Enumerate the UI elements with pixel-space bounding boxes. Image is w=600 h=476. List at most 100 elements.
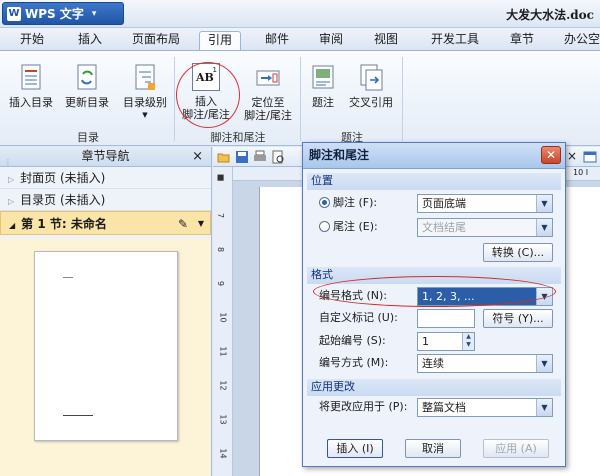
endnote-location-select[interactable]: 文档结尾 ▼: [417, 218, 553, 237]
footnote-location-select[interactable]: 页面底端 ▼: [417, 194, 553, 213]
section-apply: 应用更改: [307, 379, 561, 396]
apply-button[interactable]: 应用 (A): [483, 439, 549, 458]
group-separator: [300, 57, 301, 141]
convert-button[interactable]: 转换 (C)...: [483, 243, 553, 262]
stepper-value: 1: [422, 335, 429, 348]
nav-item-label: 目录页 (未插入): [20, 193, 106, 207]
tab-references[interactable]: 引用: [199, 31, 241, 50]
footnote-label: 脚注 (F):: [333, 196, 378, 209]
chevron-down-icon: ▾: [91, 8, 97, 19]
endnote-radio[interactable]: 尾注 (E):: [319, 219, 378, 235]
symbol-button[interactable]: 符号 (Y)...: [483, 309, 553, 328]
nav-item-toc[interactable]: ▷ 目录页 (未插入): [0, 189, 211, 211]
chevron-down-icon: ◢: [9, 221, 16, 230]
cross-reference-label: 交叉引用: [349, 96, 393, 109]
insert-toc-button[interactable]: 插入目录: [6, 63, 56, 109]
refresh-icon: [77, 64, 97, 90]
thumbnail-line: [63, 277, 73, 278]
group-label-toc: 目录: [77, 131, 99, 144]
chevron-down-icon: ▼: [536, 219, 552, 236]
insert-button[interactable]: 插入 (I): [327, 439, 383, 458]
close-icon[interactable]: ×: [192, 147, 203, 166]
ribbon-tabs: 开始 插入 页面布局 引用 邮件 审阅 视图 开发工具 章节 办公空: [0, 28, 600, 50]
start-at-label: 起始编号 (S):: [319, 334, 386, 347]
open-folder-icon[interactable]: [217, 150, 231, 164]
tab-page-layout[interactable]: 页面布局: [126, 31, 186, 50]
caption-icon: [312, 65, 334, 89]
radio-unchecked-icon: [319, 221, 330, 232]
goto-footnote-label-2: 脚注/尾注: [244, 109, 292, 122]
save-icon[interactable]: [235, 150, 249, 164]
annotation-ellipse: [313, 276, 556, 307]
update-toc-label: 更新目录: [65, 96, 109, 109]
start-at-stepper[interactable]: 1 ▲ ▼: [417, 332, 475, 351]
print-preview-icon[interactable]: [271, 150, 285, 164]
tab-mailings[interactable]: 邮件: [259, 31, 295, 50]
pencil-icon[interactable]: ✎: [178, 212, 188, 236]
app-name: WPS 文字: [25, 7, 84, 21]
select-value: 文档结尾: [422, 221, 466, 234]
toc-icon: [21, 64, 41, 90]
ruler-tick-label: 9: [216, 280, 226, 287]
ruler-tick-label: 12: [218, 380, 228, 391]
select-value: 页面底端: [422, 197, 466, 210]
goto-footnote-label-1: 定位至: [251, 96, 285, 109]
caption-label: 题注: [312, 96, 334, 109]
tab-sections[interactable]: 章节: [504, 31, 540, 50]
custom-mark-label: 自定义标记 (U):: [319, 311, 398, 324]
footnote-radio[interactable]: 脚注 (F):: [319, 195, 377, 211]
cross-reference-icon: [360, 64, 383, 91]
dialog-close-button[interactable]: ✕: [541, 146, 561, 164]
numbering-select[interactable]: 连续 ▼: [417, 354, 553, 373]
caption-button[interactable]: 题注: [304, 63, 342, 109]
numbering-label: 编号方式 (M):: [319, 356, 389, 369]
app-menu-button[interactable]: W WPS 文字 ▾: [2, 2, 124, 25]
chevron-right-icon: ▷: [8, 197, 15, 206]
endnote-label: 尾注 (E):: [333, 220, 378, 233]
dialog-title-bar[interactable]: 脚注和尾注 ✕: [303, 143, 565, 169]
toc-level-label: 目录级别: [123, 96, 167, 109]
nav-panel-title: 章节导航: [81, 149, 130, 163]
chevron-right-icon: ▷: [8, 175, 15, 184]
nav-section-1[interactable]: ◢ 第 1 节: 未命名 ✎ ▼: [0, 211, 211, 235]
ruler-tick-label: 13: [218, 414, 228, 425]
ruler-corner: ■: [216, 173, 226, 182]
custom-mark-input[interactable]: [417, 309, 475, 328]
chevron-down-icon: ▼: [536, 399, 552, 416]
nav-item-cover[interactable]: ▷ 封面页 (未插入): [0, 167, 211, 189]
goto-footnote-button[interactable]: 定位至 脚注/尾注: [240, 63, 296, 122]
goto-footnote-icon: [256, 70, 280, 86]
page-thumbnail-area: [0, 239, 211, 476]
tab-insert[interactable]: 插入: [72, 31, 108, 50]
page-thumbnail[interactable]: [34, 251, 178, 441]
ruler-tick-label: 10: [218, 312, 228, 323]
cancel-button[interactable]: 取消: [405, 439, 461, 458]
apply-to-select[interactable]: 整篇文档 ▼: [417, 398, 553, 417]
cross-reference-button[interactable]: 交叉引用: [344, 63, 398, 109]
window-icon[interactable]: [583, 150, 597, 164]
radio-checked-icon: [319, 197, 330, 208]
group-separator: [402, 57, 403, 141]
chevron-down-icon: ▼: [536, 355, 552, 372]
ruler-tick-label: 10 I: [573, 168, 589, 177]
toc-level-button[interactable]: 目录级别 ▼: [118, 63, 172, 122]
tab-developer[interactable]: 开发工具: [425, 31, 485, 50]
tab-review[interactable]: 审阅: [313, 31, 349, 50]
tab-home[interactable]: 开始: [14, 31, 50, 50]
chevron-down-icon[interactable]: ▼: [198, 212, 204, 236]
print-icon[interactable]: [253, 150, 267, 164]
document-title: 大发大水法.doc: [506, 8, 594, 22]
update-toc-button[interactable]: 更新目录: [62, 63, 112, 109]
stepper-arrows-icon[interactable]: ▲ ▼: [462, 333, 474, 350]
ribbon: 插入目录 更新目录 目录级别 ▼ 目录 AB 1 插入 脚注/尾注 定位至 脚注…: [0, 50, 600, 146]
section-position: 位置: [307, 173, 561, 190]
section-navigation-panel: ⋮ 章节导航 × ▷ 封面页 (未插入) ▷ 目录页 (未插入) ◢ 第 1 节: 未…: [0, 147, 212, 476]
title-bar: W WPS 文字 ▾ 大发大水法.doc: [0, 0, 600, 28]
vertical-ruler: ■ 7 8 9 10 11 12 13 14: [213, 167, 233, 476]
ruler-tick-label: 8: [216, 246, 226, 253]
ruler-tick-label: 11: [218, 346, 228, 357]
tab-view[interactable]: 视图: [368, 31, 404, 50]
ruler-tick-label: 14: [218, 448, 228, 459]
tab-office[interactable]: 办公空: [560, 31, 600, 50]
close-doc-icon[interactable]: ×: [567, 149, 577, 163]
